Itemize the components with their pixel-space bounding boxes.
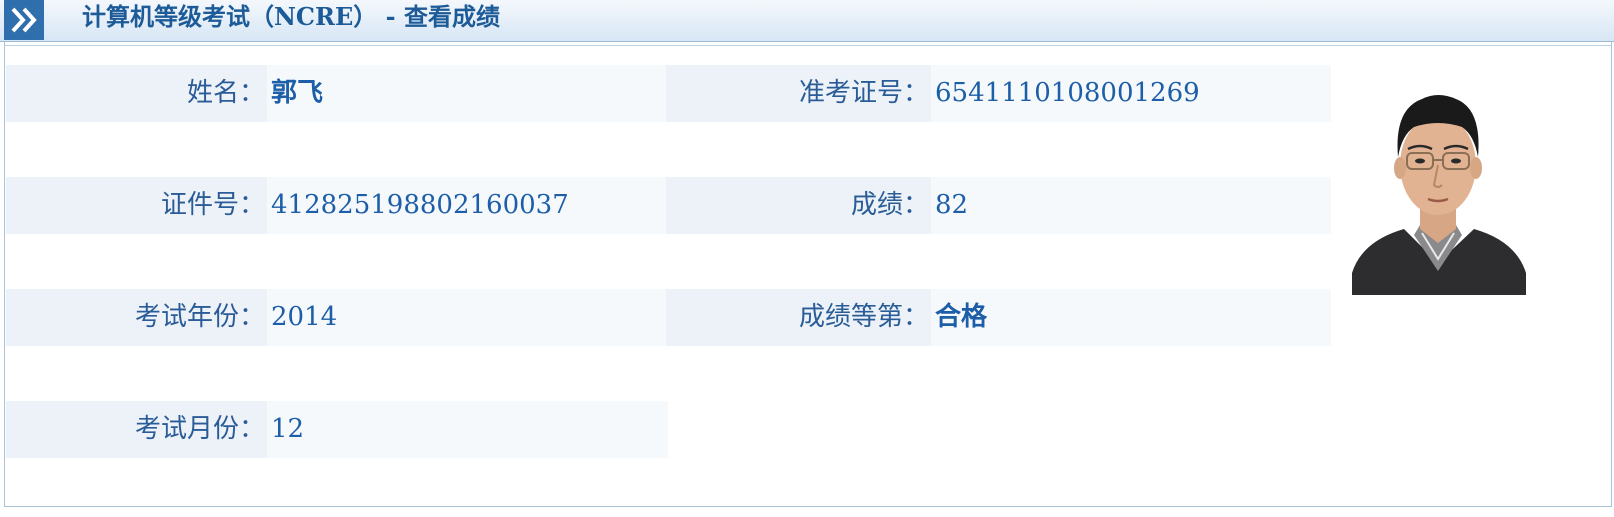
exam-year-label: 考试年份：	[6, 289, 267, 346]
name-label: 姓名：	[6, 65, 267, 122]
admission-number-value: 6541110108001269	[931, 65, 1331, 122]
score-label: 成绩：	[666, 177, 931, 234]
id-number-label: 证件号：	[6, 177, 267, 234]
name-value: 郭飞	[267, 65, 668, 122]
admission-number-label: 准考证号：	[666, 65, 931, 122]
page-title: 计算机等级考试（NCRE） - 查看成绩	[82, 2, 500, 31]
exam-month-value: 12	[267, 401, 668, 458]
score-value: 82	[931, 177, 1331, 234]
page-header: 计算机等级考试（NCRE） - 查看成绩	[0, 0, 1614, 42]
double-chevron-right-icon	[4, 0, 44, 40]
exam-year-value: 2014	[267, 289, 668, 346]
header-divider	[4, 45, 1612, 46]
exam-month-label: 考试月份：	[6, 401, 267, 458]
candidate-photo	[1352, 73, 1526, 295]
grade-level-label: 成绩等第：	[666, 289, 931, 346]
id-number-value: 412825198802160037	[267, 177, 668, 234]
grade-level-value: 合格	[931, 289, 1331, 346]
